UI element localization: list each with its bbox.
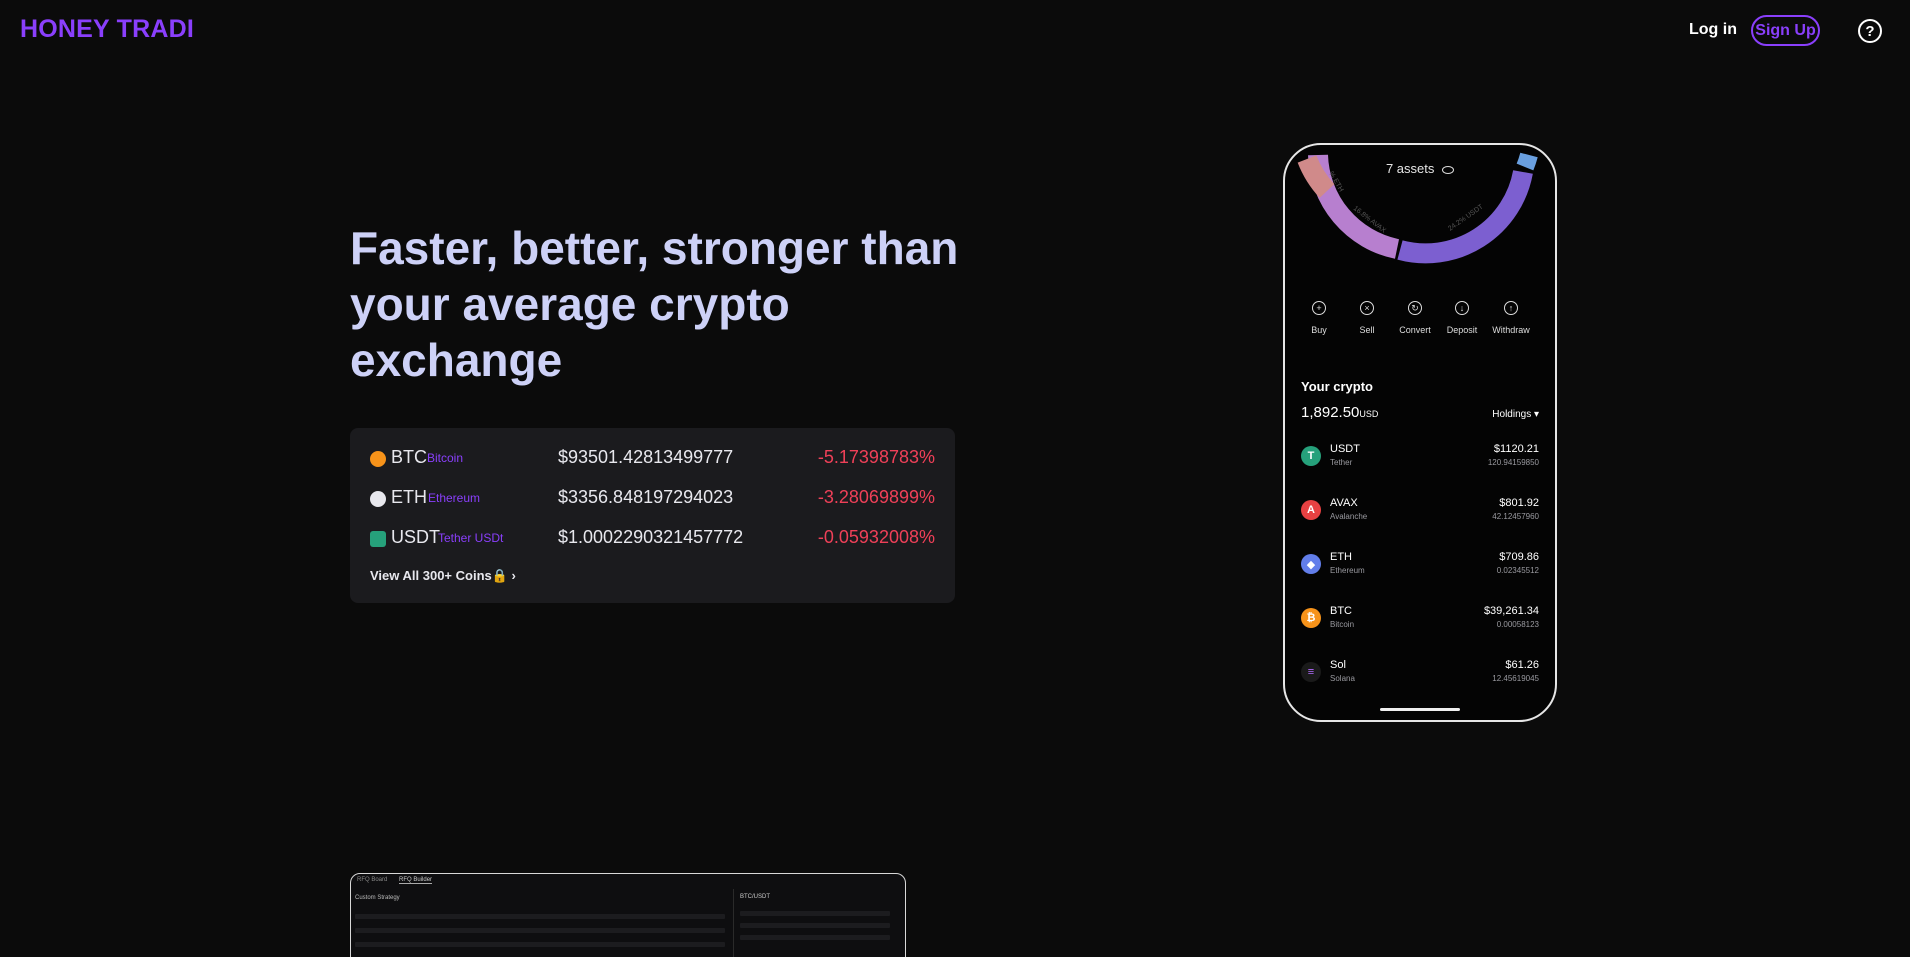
avalanche-icon: A: [1301, 500, 1321, 520]
coin-price: $3356.848197294023: [558, 487, 734, 507]
coin-symbol: ETH: [391, 487, 427, 507]
help-icon[interactable]: ?: [1858, 19, 1882, 43]
home-indicator: [1380, 708, 1460, 711]
bitcoin-icon: [370, 451, 386, 467]
preview-row: [740, 923, 890, 928]
holdings-dropdown[interactable]: Holdings ▾: [1492, 409, 1539, 420]
coin-name: Bitcoin: [427, 451, 464, 465]
ticker-row-btc[interactable]: BTC Bitcoin $93501.42813499777 -5.173987…: [370, 446, 935, 472]
coin-change: -3.28069899%: [817, 487, 935, 507]
preview-row: [740, 935, 890, 940]
donut-segment-usdt: [1397, 169, 1533, 264]
buy-button[interactable]: + Buy: [1295, 301, 1343, 335]
preview-title: Custom Strategy: [355, 895, 400, 901]
holding-row-avax[interactable]: A AVAX Avalanche $801.92 42.12457960: [1301, 496, 1539, 528]
holding-row-sol[interactable]: ≡ Sol Solana $61.26 12.45619045: [1301, 658, 1539, 690]
view-all-coins-link[interactable]: View All 300+ Coins🔒 ›: [370, 568, 516, 584]
deposit-icon: ↓: [1455, 301, 1469, 315]
tab-rfq-builder: RFQ Builder: [399, 877, 433, 884]
ethereum-icon: ◆: [1301, 554, 1321, 574]
hero-headline: Faster, better, stronger than your avera…: [350, 222, 959, 386]
coin-symbol: BTC: [391, 447, 427, 467]
withdraw-icon: ↑: [1504, 301, 1518, 315]
preview-row: [740, 911, 890, 916]
coin-name: Tether USDt: [438, 531, 504, 545]
price-ticker-card: BTC Bitcoin $93501.42813499777 -5.173987…: [350, 428, 955, 603]
plus-icon: +: [1312, 301, 1326, 315]
coin-change: -0.05932008%: [817, 527, 935, 547]
coin-name: Ethereum: [428, 491, 481, 505]
preview-side-panel: BTC/USDT: [733, 889, 905, 957]
login-link[interactable]: Log in: [1689, 21, 1737, 39]
quick-actions: + Buy × Sell ↻ Convert ↓ Deposit ↑ Withd…: [1295, 301, 1547, 341]
coin-symbol: USDT: [391, 527, 440, 547]
preview-row: [355, 928, 725, 933]
top-navigation: HONEY TRADI Log in Sign Up ?: [0, 0, 1910, 62]
convert-icon: ↻: [1408, 301, 1422, 315]
preview-row: [355, 914, 725, 919]
sell-button[interactable]: × Sell: [1343, 301, 1391, 335]
ticker-row-eth[interactable]: ETH Ethereum $3356.848197294023 -3.28069…: [370, 486, 935, 512]
preview-tabs: RFQ Board RFQ Builder: [357, 877, 442, 884]
holding-row-eth[interactable]: ◆ ETH Ethereum $709.86 0.02345512: [1301, 550, 1539, 582]
ticker-row-usdt[interactable]: USDT Tether USDt $1.0002290321457772 -0.…: [370, 526, 935, 552]
coin-price: $93501.42813499777: [558, 447, 734, 467]
ethereum-icon: [370, 491, 386, 507]
tab-rfq-board: RFQ Board: [357, 877, 388, 883]
brand-logo[interactable]: HONEY TRADI: [20, 15, 194, 44]
portfolio-total: 1,892.50USD: [1301, 404, 1379, 421]
holding-row-btc[interactable]: ₿ BTC Bitcoin $39,261.34 0.00058123: [1301, 604, 1539, 636]
assets-count[interactable]: 7 assets: [1285, 161, 1555, 176]
coin-price: $1.0002290321457772: [558, 527, 744, 547]
deposit-button[interactable]: ↓ Deposit: [1438, 301, 1486, 335]
tether-icon: T: [1301, 446, 1321, 466]
coin-change: -5.17398783%: [817, 447, 935, 467]
bitcoin-icon: ₿: [1301, 608, 1321, 628]
sell-icon: ×: [1360, 301, 1374, 315]
preview-row: [355, 942, 725, 947]
withdraw-button[interactable]: ↑ Withdraw: [1487, 301, 1535, 335]
signup-button[interactable]: Sign Up: [1751, 15, 1820, 46]
solana-icon: ≡: [1301, 662, 1321, 682]
convert-button[interactable]: ↻ Convert: [1391, 301, 1439, 335]
eye-icon[interactable]: [1442, 165, 1455, 174]
phone-mockup: % ETH 16.8% AVAX 24.2% USDT 7 assets + B…: [1283, 143, 1557, 722]
assets-label: 7 assets: [1385, 161, 1435, 176]
tether-icon: [370, 531, 386, 547]
holding-row-usdt[interactable]: T USDT Tether $1120.21 120.94159850: [1301, 442, 1539, 474]
your-crypto-heading: Your crypto: [1301, 379, 1373, 394]
preview-pair: BTC/USDT: [740, 894, 770, 900]
platform-preview: RFQ Board RFQ Builder Custom Strategy BT…: [350, 873, 906, 957]
